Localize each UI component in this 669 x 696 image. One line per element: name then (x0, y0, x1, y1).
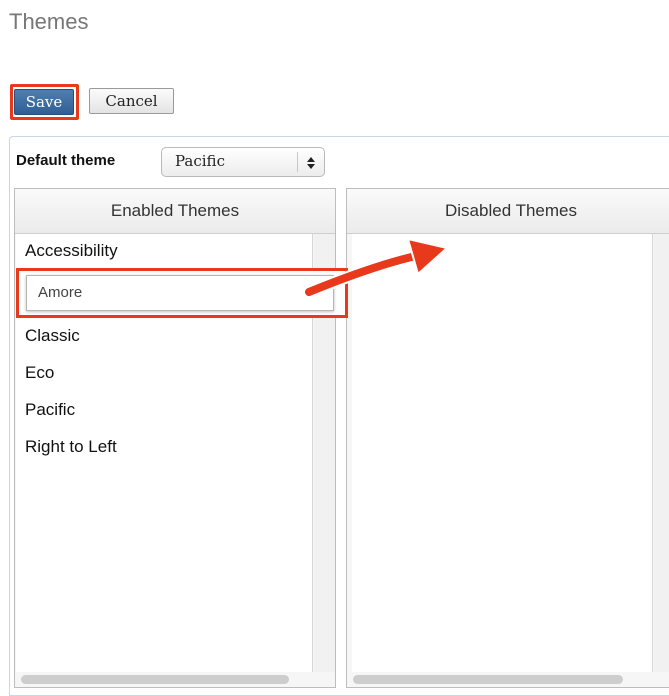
dragged-theme-label: Amore (38, 284, 83, 301)
theme-item-accessibility[interactable]: Accessibility (25, 241, 118, 261)
cancel-button[interactable]: Cancel (89, 88, 174, 114)
enabled-themes-list: Enabled Themes Accessibility Classic Eco… (14, 188, 336, 688)
select-divider (297, 152, 298, 172)
drag-highlight: Amore (16, 268, 348, 318)
disabled-vertical-scrollbar[interactable] (654, 234, 669, 672)
theme-item-classic[interactable]: Classic (25, 326, 80, 346)
default-theme-select[interactable]: Pacific (161, 147, 325, 177)
disabled-themes-header: Disabled Themes (347, 189, 669, 234)
page-title: Themes (9, 9, 89, 34)
enabled-themes-header: Enabled Themes (15, 189, 335, 234)
default-theme-label: Default theme (16, 152, 116, 169)
theme-item-right-to-left[interactable]: Right to Left (25, 437, 117, 457)
disabled-themes-body[interactable] (352, 234, 653, 672)
enabled-horizontal-scrollbar[interactable] (21, 675, 289, 684)
theme-item-pacific[interactable]: Pacific (25, 400, 75, 420)
updown-arrows-icon (307, 157, 315, 169)
disabled-themes-list[interactable]: Disabled Themes (346, 188, 669, 688)
theme-item-eco[interactable]: Eco (25, 363, 54, 383)
save-button[interactable]: Save (14, 89, 74, 115)
disabled-horizontal-scrollbar[interactable] (353, 675, 623, 684)
dragged-theme-item[interactable]: Amore (26, 275, 334, 311)
default-theme-value: Pacific (175, 152, 225, 170)
